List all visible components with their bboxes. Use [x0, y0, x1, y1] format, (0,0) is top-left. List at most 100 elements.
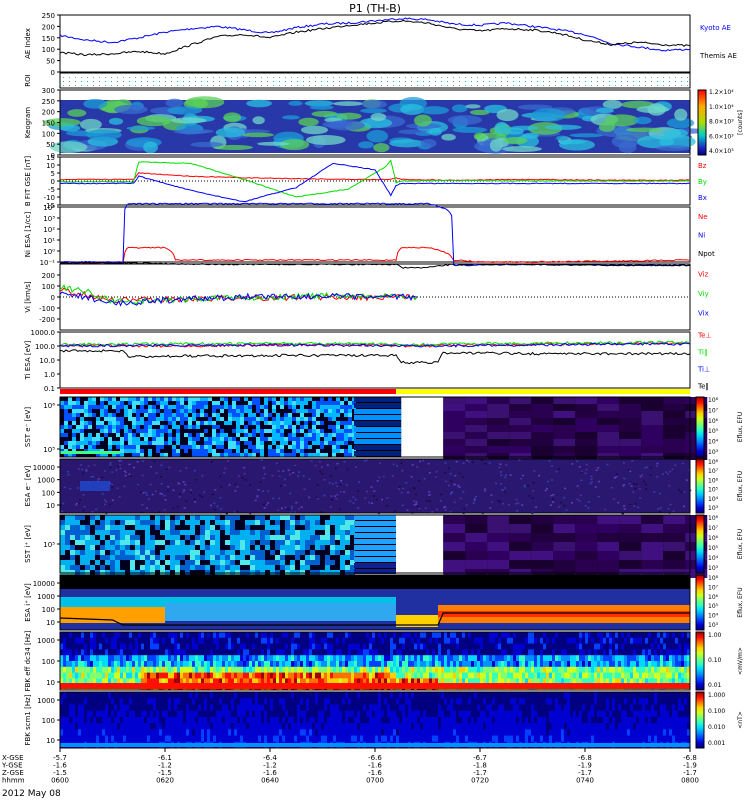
roi-dot: [495, 85, 496, 86]
sst_i-cell: [80, 565, 85, 570]
sst_i-cell: [250, 515, 255, 520]
fbk_e-cell: [99, 655, 102, 662]
sst_i-cell: [155, 555, 160, 560]
fbk_e-cell: [111, 672, 114, 679]
sst_e-cell: [328, 453, 332, 457]
fbk_e-cell: [306, 672, 309, 679]
esa_e-pixel: [615, 473, 618, 475]
roi-dot: [303, 77, 304, 78]
fbk_e-cell: [636, 655, 639, 662]
esa_e-pixel: [74, 504, 77, 506]
fbk_e-cell: [510, 649, 513, 656]
esa_e-pixel: [354, 498, 357, 501]
sst_e-cell: [184, 425, 188, 429]
fbk_e-cell: [291, 666, 294, 674]
sst_i-cell: [110, 545, 115, 550]
sst_e-cell: [84, 421, 88, 425]
fbk_e-cell: [126, 661, 129, 668]
sst_i-cell: [280, 545, 285, 550]
sst_i-cell: [180, 515, 185, 520]
sst_i-cell: [145, 565, 150, 570]
esa_e-pixel: [129, 475, 132, 477]
esa_e-pixel: [141, 504, 144, 506]
fbk_e-cell: [282, 637, 285, 645]
fbk_e-cell: [495, 632, 498, 639]
sst_e-cell: [348, 405, 352, 409]
keogram-blob: [60, 124, 81, 132]
sst_e-cell: [224, 433, 228, 437]
sst_e-cell: [292, 449, 296, 453]
fbk_e-cell: [102, 672, 105, 679]
roi-dot: [591, 85, 592, 86]
esa_e-patch: [80, 481, 110, 491]
sst_e-cell: [68, 437, 72, 441]
fbk_e-cell: [159, 649, 162, 656]
fbk_e-cell: [408, 672, 411, 679]
sst_e-cell: [280, 409, 284, 413]
roi-dot: [291, 77, 292, 78]
sst_e-cell: [248, 417, 252, 421]
fbk_e-cell: [390, 643, 393, 650]
fbk_e-cell: [492, 672, 495, 679]
sst_e-cell: [132, 429, 136, 433]
fbk_e-cell: [258, 661, 261, 668]
fbk_e-cell: [186, 632, 189, 639]
sst_e-cell: [96, 417, 100, 421]
sst_e-cell: [280, 429, 284, 433]
fbk_e-cell: [429, 666, 432, 674]
sst_i-cell: [95, 530, 100, 535]
roi-dot: [267, 85, 268, 86]
sst_e-cell: [76, 433, 80, 437]
esa_e-pixel: [287, 508, 290, 511]
fbk_e-cell: [171, 637, 174, 645]
sst_e-cell: [509, 418, 532, 425]
sst_e-cell: [152, 453, 156, 457]
fbk_e-cell: [306, 661, 309, 668]
roi-dot: [201, 77, 202, 78]
fbk_e-cell: [624, 661, 627, 668]
roi-dot: [87, 77, 88, 78]
sst_e-cell: [244, 417, 248, 421]
esa_e-pixel: [594, 486, 597, 488]
sst_e-cell: [260, 453, 264, 457]
fbk_e-cell: [168, 643, 171, 650]
sst_i-cell: [280, 525, 285, 530]
esa_e-pixel: [683, 491, 686, 494]
sst_i-cell: [215, 555, 220, 560]
fbk_e-cell: [111, 661, 114, 668]
sst_i-cell: [260, 535, 265, 540]
fbk_e-cell: [354, 637, 357, 645]
fbk_e-cell: [75, 643, 78, 650]
fbk_e-cell: [426, 637, 429, 645]
esa_e-pixel: [411, 464, 414, 466]
sst_e-cell: [204, 433, 208, 437]
fbk_e-cell: [435, 643, 438, 650]
fbk_e-cell: [174, 655, 177, 662]
sst_e-cell: [240, 437, 244, 441]
sst_e-cell: [619, 404, 642, 411]
esa_e-pixel: [578, 466, 581, 468]
sst_e-cell: [288, 405, 292, 409]
fbk_e-cell: [585, 643, 588, 650]
sst_i-cell: [330, 515, 335, 520]
sst_e-cell: [128, 425, 132, 429]
ni-frame: [59, 206, 691, 263]
fbk_e-cell: [312, 672, 315, 679]
roi-dot: [387, 77, 388, 78]
sst_e-cell: [236, 405, 240, 409]
sst_e-cell: [348, 437, 352, 441]
fbk_e-cell: [477, 672, 480, 679]
sst_i-cell: [335, 545, 340, 550]
sst_i-cell: [330, 550, 335, 555]
fbk_e-cell: [549, 666, 552, 674]
sst_i-cell: [80, 540, 85, 545]
sst_e-cell: [443, 439, 466, 446]
fbk_e-cell: [246, 655, 249, 662]
sst_e-cell: [208, 441, 212, 445]
fbk_e-cell: [555, 632, 558, 639]
fbk_e-cell: [225, 632, 228, 639]
esa_e-pixel: [368, 501, 371, 504]
sst_e-cell: [487, 411, 510, 418]
esa_e-pixel: [560, 501, 563, 504]
fbk_e-cell: [522, 632, 525, 639]
